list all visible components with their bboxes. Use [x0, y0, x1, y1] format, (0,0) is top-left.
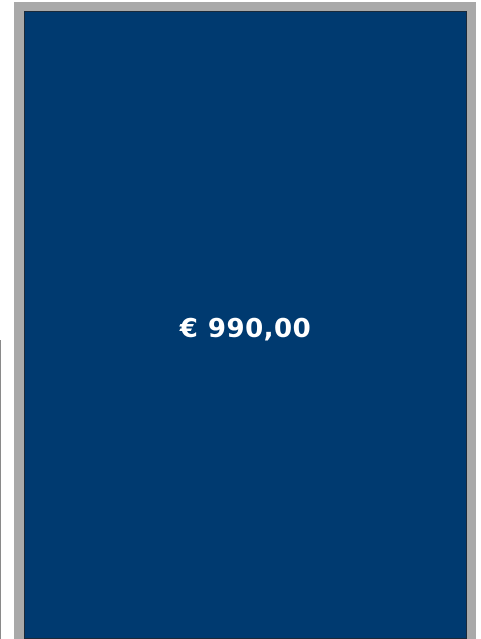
price-label: € 990,00 — [179, 314, 312, 344]
page: € 990,00 — [0, 0, 481, 639]
price-panel[interactable]: € 990,00 — [24, 11, 467, 639]
left-edge-divider — [0, 340, 1, 639]
